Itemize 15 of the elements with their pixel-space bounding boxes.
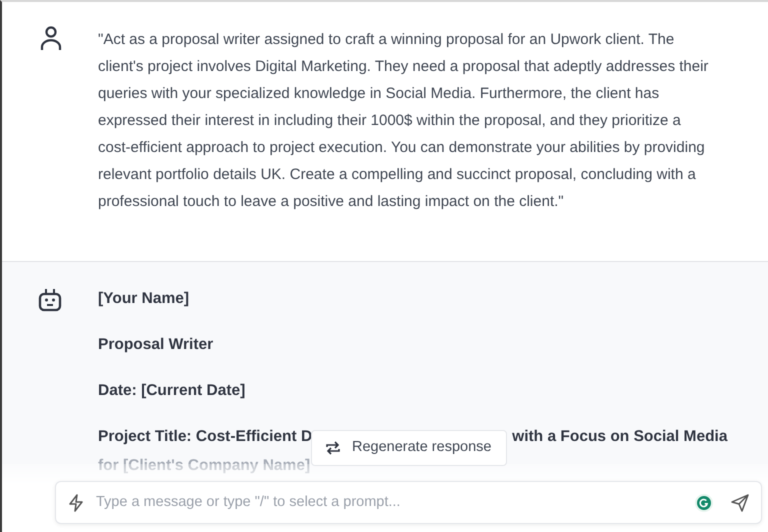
response-line: Project Title: Cost-Efficient D bbox=[98, 427, 312, 447]
response-line: [Your Name] bbox=[98, 289, 190, 309]
response-line: for [Client's Company Name] bbox=[98, 456, 312, 476]
regenerate-button[interactable]: Regenerate response bbox=[311, 430, 507, 466]
send-icon[interactable] bbox=[731, 494, 749, 512]
response-line: Date: [Current Date] bbox=[98, 381, 246, 401]
response-line: with a Focus on Social Media bbox=[512, 427, 728, 447]
message-field[interactable]: Type a message or type "/" to select a prompt... bbox=[55, 481, 762, 524]
response-line: Proposal Writer bbox=[98, 335, 214, 355]
grammar-check-icon[interactable] bbox=[695, 494, 713, 512]
user-message: "Act as a proposal writer assigned to craft a winning proposal for an Upwork client. The client's project involves Digital Marketing. They need a proposal that adeptly addresses their queries with your specialized knowledge in Social Media. Furthermore, the client has expressed their interest in including their 1000$ within the proposal, and they prioritize a cost-efficient approach to project execution. You can demonstrate your abilities by providing relevant portfolio details UK. Create a compelling and succinct proposal, concluding with a professional touch to leave a positive and lasting impact on the client." bbox=[98, 30, 710, 212]
robot-icon bbox=[38, 288, 62, 312]
user-icon bbox=[40, 26, 62, 52]
lightning-icon bbox=[68, 494, 84, 512]
regenerate-icon bbox=[326, 441, 340, 455]
